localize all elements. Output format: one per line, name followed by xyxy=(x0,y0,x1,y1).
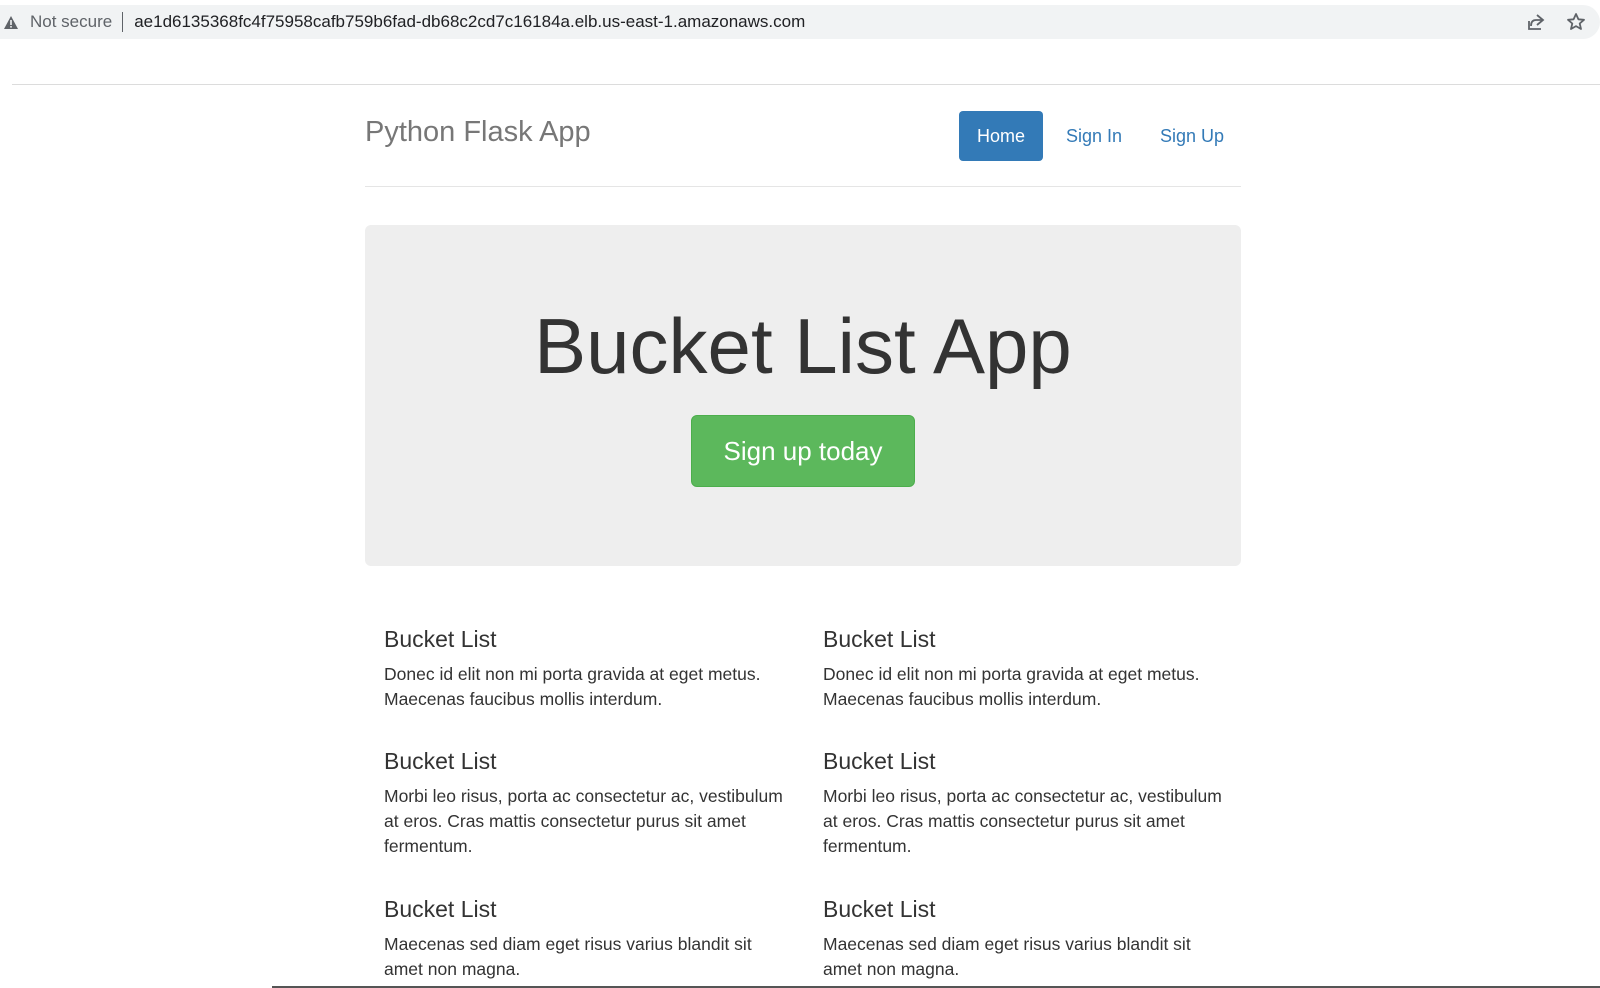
address-bar[interactable]: Not secure ae1d6135368fc4f75958cafb759b6… xyxy=(0,5,1600,39)
hero-title: Bucket List App xyxy=(534,302,1072,390)
feature-card-text: Maecenas sed diam eget risus varius blan… xyxy=(384,934,752,979)
feature-card: Bucket List Maecenas sed diam eget risus… xyxy=(384,894,794,982)
feature-card: Bucket List Donec id elit non mi porta g… xyxy=(823,624,1233,712)
feature-card-text: Morbi leo risus, porta ac consectetur ac… xyxy=(384,786,783,856)
feature-card-text: Donec id elit non mi porta gravida at eg… xyxy=(823,664,1200,709)
main-nav: Home Sign In Sign Up xyxy=(959,111,1241,161)
feature-card-title: Bucket List xyxy=(823,626,936,652)
feature-card: Bucket List Morbi leo risus, porta ac co… xyxy=(384,746,794,859)
star-icon[interactable] xyxy=(1564,10,1588,34)
address-separator xyxy=(122,12,124,32)
sign-up-today-button[interactable]: Sign up today xyxy=(691,415,915,487)
security-label[interactable]: Not secure xyxy=(30,12,112,32)
header-divider xyxy=(365,186,1241,187)
feature-card-title: Bucket List xyxy=(384,626,497,652)
feature-card: Bucket List Maecenas sed diam eget risus… xyxy=(823,894,1233,982)
feature-card-title: Bucket List xyxy=(384,896,497,922)
share-icon[interactable] xyxy=(1524,10,1548,34)
feature-card: Bucket List Morbi leo risus, porta ac co… xyxy=(823,746,1233,859)
brand-title: Python Flask App xyxy=(365,116,591,148)
feature-card-title: Bucket List xyxy=(823,896,936,922)
feature-card-title: Bucket List xyxy=(823,748,936,774)
feature-card-text: Donec id elit non mi porta gravida at eg… xyxy=(384,664,761,709)
feature-card: Bucket List Donec id elit non mi porta g… xyxy=(384,624,794,712)
jumbotron: Bucket List App Sign up today xyxy=(365,225,1241,566)
warning-triangle-icon[interactable] xyxy=(0,5,22,39)
feature-card-text: Maecenas sed diam eget risus varius blan… xyxy=(823,934,1191,979)
feature-card-title: Bucket List xyxy=(384,748,497,774)
nav-sign-up-link[interactable]: Sign Up xyxy=(1143,111,1241,161)
feature-card-text: Morbi leo risus, porta ac consectetur ac… xyxy=(823,786,1222,856)
nav-sign-in-link[interactable]: Sign In xyxy=(1045,111,1143,161)
nav-home-button[interactable]: Home xyxy=(959,111,1043,161)
page-top-divider xyxy=(12,84,1600,85)
url-text[interactable]: ae1d6135368fc4f75958cafb759b6fad-db68c2c… xyxy=(134,12,805,32)
